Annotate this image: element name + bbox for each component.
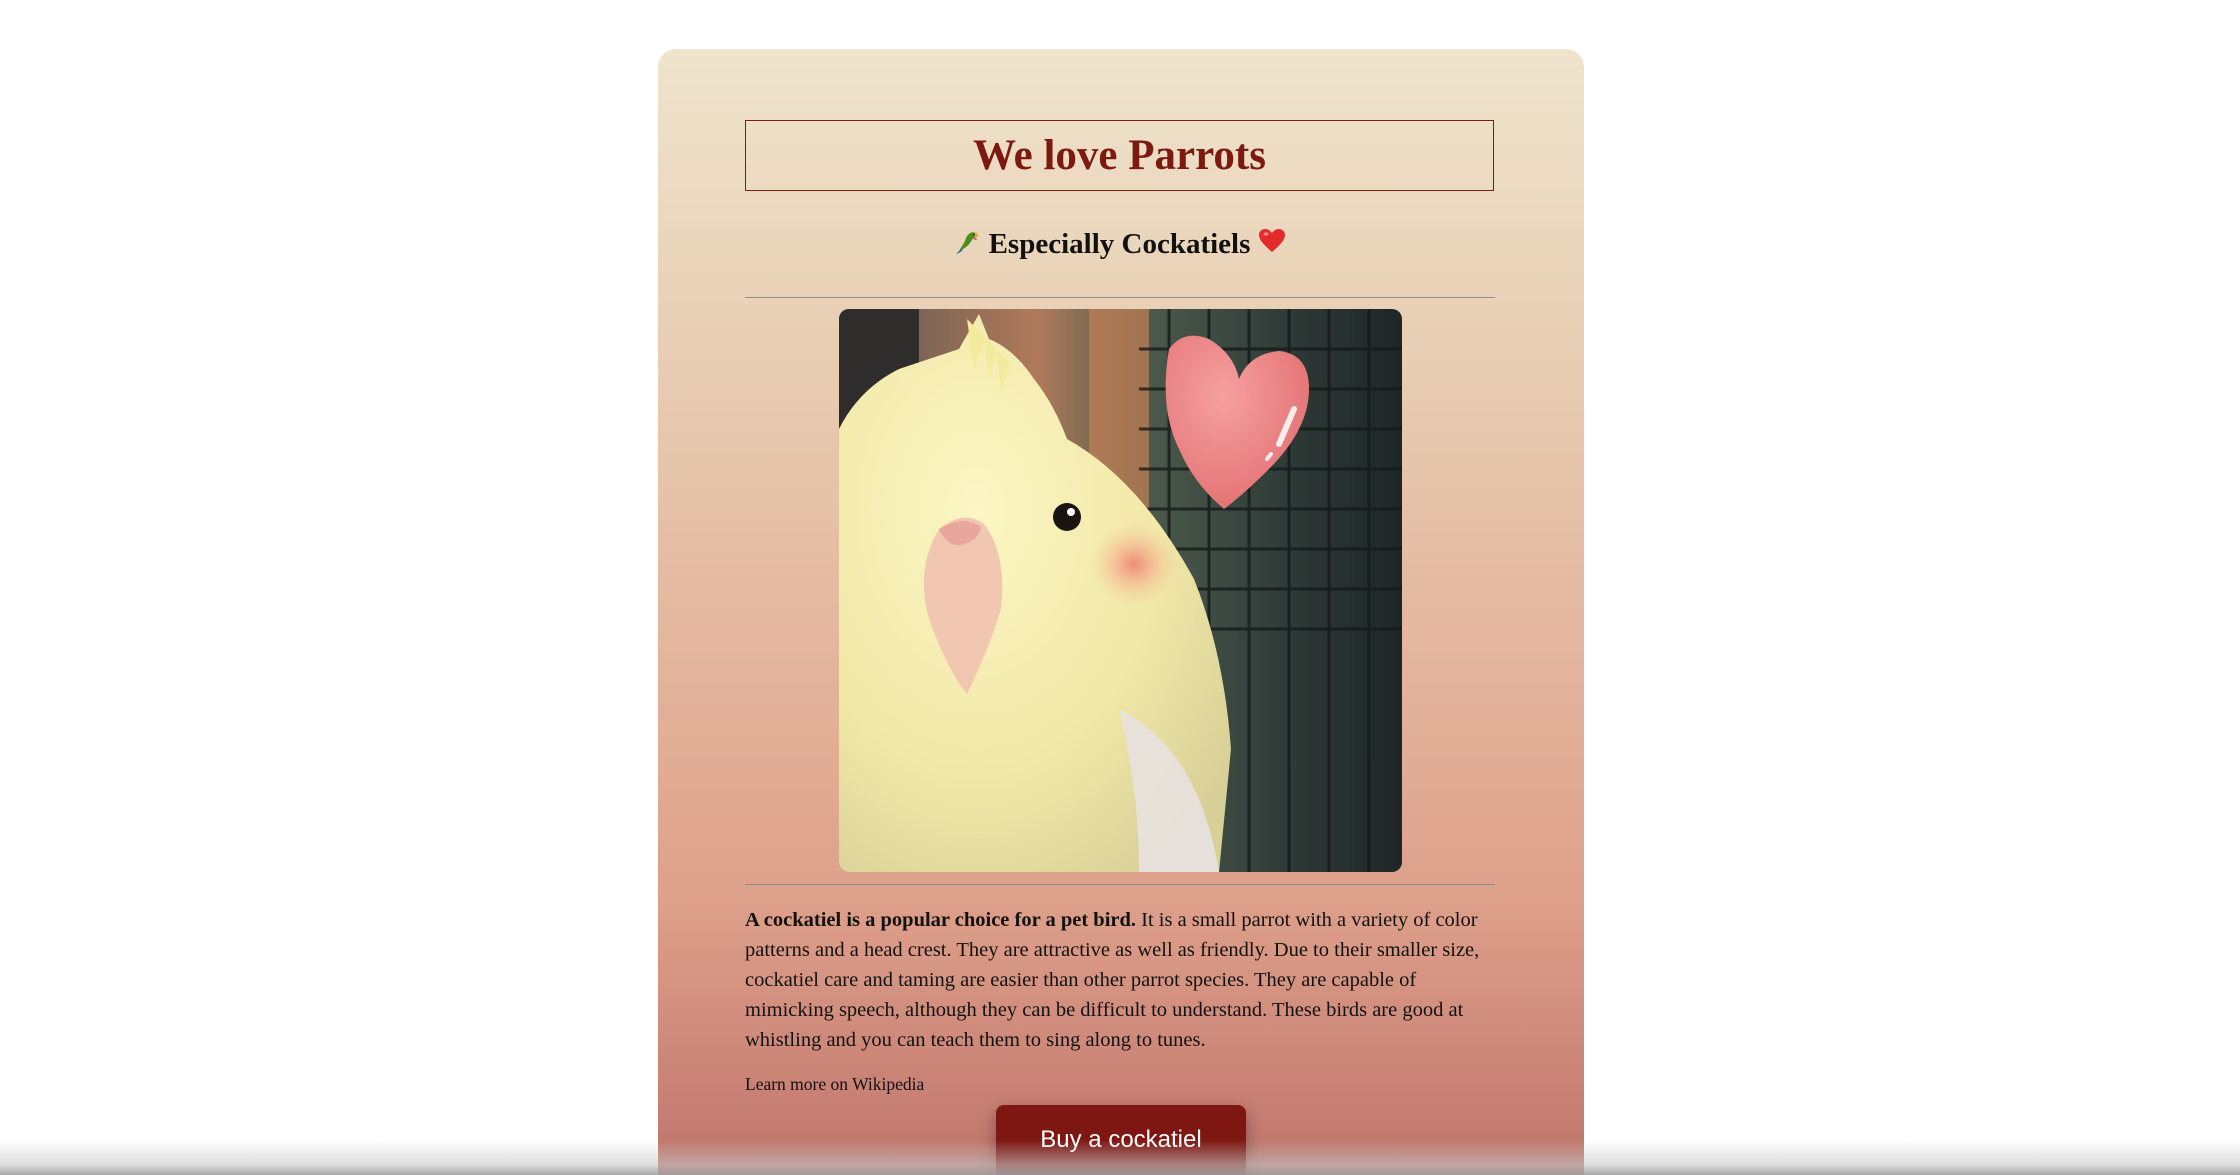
- subtitle-text: Especially Cockatiels: [988, 228, 1251, 260]
- subtitle: Especially Cockatiels: [745, 227, 1494, 262]
- title-frame: We love Parrots: [745, 120, 1494, 191]
- bottom-divider: [745, 884, 1495, 885]
- heart-icon: [1258, 228, 1286, 261]
- cockatiel-photo: [839, 309, 1402, 872]
- page-title: We love Parrots: [973, 132, 1266, 179]
- content-card: We love Parrots Especially Cockatiels A …: [658, 49, 1584, 1175]
- parrot-icon: [953, 227, 981, 262]
- top-divider: [745, 297, 1495, 298]
- buy-cockatiel-button[interactable]: Buy a cockatiel: [996, 1105, 1246, 1175]
- wikipedia-link[interactable]: Learn more on Wikipedia: [745, 1074, 924, 1095]
- article-lead: A cockatiel is a popular choice for a pe…: [745, 909, 1137, 931]
- article-paragraph: A cockatiel is a popular choice for a pe…: [745, 905, 1497, 1055]
